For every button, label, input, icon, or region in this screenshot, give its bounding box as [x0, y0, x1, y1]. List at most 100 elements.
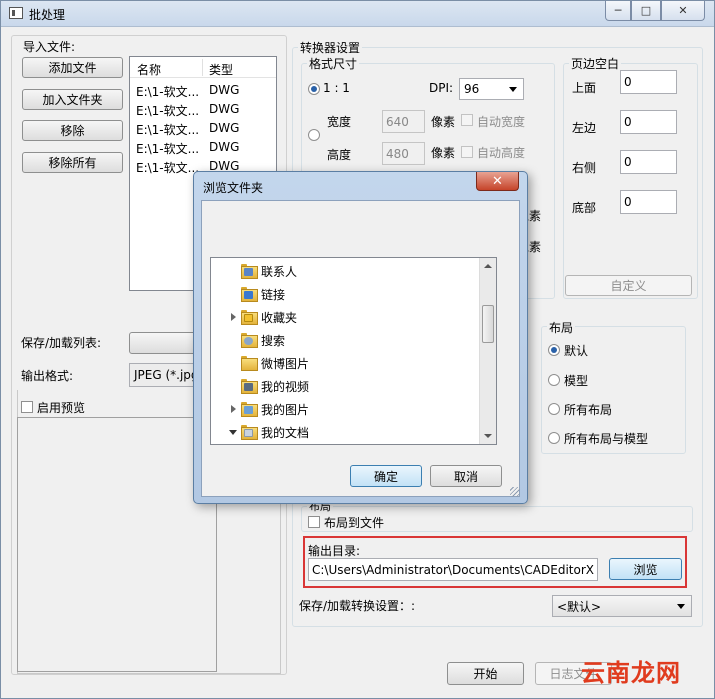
margin-top-field[interactable]: 0	[620, 70, 677, 94]
minimize-icon: ─	[614, 4, 622, 17]
dpi-select[interactable]: 96	[459, 78, 524, 100]
width-label: 宽度	[327, 115, 352, 129]
height-unit-label: 像素	[431, 146, 456, 160]
tree-item-contacts[interactable]: 联系人	[211, 260, 481, 282]
contacts-folder-icon	[241, 264, 258, 279]
chevron-down-icon	[509, 87, 517, 92]
column-divider[interactable]	[202, 59, 203, 76]
auto-height-checkbox[interactable]	[461, 146, 473, 158]
layout-to-file-checkbox[interactable]	[308, 516, 320, 528]
auto-width-label: 自动宽度	[477, 115, 526, 129]
width-field[interactable]: 640	[382, 110, 425, 133]
resize-grip-icon[interactable]	[510, 487, 520, 497]
browse-folder-dialog[interactable]: 浏览文件夹 ✕ 联系人 链接 收藏夹 搜索 微博图片 我的视频 我的图片 我的文…	[193, 171, 528, 504]
margin-left-value: 0	[624, 115, 632, 129]
save-load-settings-label: 保存/加载转换设置：:	[299, 599, 416, 613]
tree-item-weibo-pictures[interactable]: 微博图片	[211, 352, 481, 374]
margin-top-value: 0	[624, 75, 632, 89]
margin-left-field[interactable]: 0	[620, 110, 677, 134]
expand-arrow-icon[interactable]	[231, 405, 236, 413]
layout-default-radio[interactable]	[548, 344, 560, 356]
tree-item-label: 联系人	[261, 265, 298, 279]
links-folder-icon	[241, 287, 258, 302]
list-header: 名称 类型	[130, 57, 276, 78]
minimize-button[interactable]: ─	[605, 1, 631, 21]
list-item[interactable]: E:\1-软文... DWG	[130, 138, 276, 156]
layout-default-label: 默认	[564, 344, 589, 358]
output-dir-value: C:\Users\Administrator\Documents\CADEdit…	[312, 562, 598, 577]
width-value: 640	[386, 114, 409, 129]
margin-bottom-field[interactable]: 0	[620, 190, 677, 214]
column-type[interactable]: 类型	[209, 61, 233, 78]
preview-canvas	[17, 417, 217, 672]
file-type: DWG	[209, 140, 240, 154]
file-type: DWG	[209, 83, 240, 97]
close-icon: ✕	[492, 173, 503, 189]
collapse-arrow-icon[interactable]	[229, 430, 237, 435]
file-name: E:\1-软文...	[136, 161, 200, 175]
auto-width-checkbox[interactable]	[461, 114, 473, 126]
output-dir-field[interactable]: C:\Users\Administrator\Documents\CADEdit…	[308, 558, 598, 581]
favorites-folder-icon	[241, 310, 258, 325]
layout-all-model-radio[interactable]	[548, 432, 560, 444]
column-name[interactable]: 名称	[137, 61, 161, 78]
dialog-close-button[interactable]: ✕	[476, 172, 519, 191]
watermark: 云南龙网	[581, 658, 681, 687]
dpi-value: 96	[464, 82, 480, 96]
height-field[interactable]: 480	[382, 142, 425, 165]
scroll-thumb[interactable]	[482, 305, 494, 343]
start-button[interactable]: 开始	[447, 662, 524, 685]
list-item[interactable]: E:\1-软文... DWG	[130, 81, 276, 99]
pictures-folder-icon	[241, 402, 258, 417]
layout-all-radio[interactable]	[548, 403, 560, 415]
tree-item-my-documents[interactable]: 我的文档	[211, 421, 481, 443]
documents-folder-icon	[241, 425, 258, 440]
scroll-down-icon[interactable]	[484, 434, 492, 438]
tree-item-my-videos[interactable]: 我的视频	[211, 375, 481, 397]
chevron-down-icon	[677, 604, 685, 609]
list-item[interactable]: E:\1-软文... DWG	[130, 100, 276, 118]
output-dir-label: 输出目录:	[308, 544, 361, 558]
layout-all-model-label: 所有布局与模型	[564, 432, 649, 446]
scroll-up-icon[interactable]	[484, 264, 492, 268]
tree-item-search[interactable]: 搜索	[211, 329, 481, 351]
height-label: 高度	[327, 148, 352, 162]
tree-item-links[interactable]: 链接	[211, 283, 481, 305]
format-size-label: 格式尺寸	[307, 55, 360, 72]
file-name: E:\1-软文...	[136, 104, 200, 118]
margin-right-value: 0	[624, 155, 632, 169]
ratio-label: 1 : 1	[323, 81, 350, 95]
tree-item-my-pictures[interactable]: 我的图片	[211, 398, 481, 420]
add-folder-button[interactable]: 加入文件夹	[22, 89, 123, 110]
layout-model-label: 模型	[564, 374, 589, 388]
close-icon: ✕	[678, 4, 688, 17]
maximize-icon: □	[640, 4, 652, 17]
tree-item-favorites[interactable]: 收藏夹	[211, 306, 481, 328]
ratio-radio[interactable]	[308, 83, 320, 95]
close-button[interactable]: ✕	[661, 1, 705, 21]
margin-top-label: 上面	[572, 81, 597, 95]
dialog-ok-button[interactable]: 确定	[350, 465, 422, 487]
layout-model-radio[interactable]	[548, 374, 560, 386]
add-file-button[interactable]: 添加文件	[22, 57, 123, 78]
custom-size-radio[interactable]	[308, 129, 320, 141]
save-load-list-label: 保存/加载列表:	[21, 336, 102, 350]
expand-arrow-icon[interactable]	[231, 313, 236, 321]
dialog-cancel-button[interactable]: 取消	[430, 465, 502, 487]
maximize-button[interactable]: □	[631, 1, 661, 21]
list-item[interactable]: E:\1-软文... DWG	[130, 119, 276, 137]
margin-left-label: 左边	[572, 121, 597, 135]
browse-button[interactable]: 浏览	[609, 558, 682, 580]
folder-tree[interactable]: 联系人 链接 收藏夹 搜索 微博图片 我的视频 我的图片 我的文档	[210, 257, 497, 445]
remove-button[interactable]: 移除	[22, 120, 123, 141]
custom-margins-button[interactable]: 自定义	[565, 275, 692, 296]
save-load-settings-select[interactable]: <默认>	[552, 595, 692, 617]
remove-all-button[interactable]: 移除所有	[22, 152, 123, 173]
margin-right-field[interactable]: 0	[620, 150, 677, 174]
file-name: E:\1-软文...	[136, 85, 200, 99]
margin-bottom-value: 0	[624, 195, 632, 209]
height-value: 480	[386, 146, 409, 161]
title-bar[interactable]: 批处理 ─ □ ✕	[1, 1, 714, 27]
videos-folder-icon	[241, 379, 258, 394]
tree-scrollbar[interactable]	[479, 258, 496, 444]
